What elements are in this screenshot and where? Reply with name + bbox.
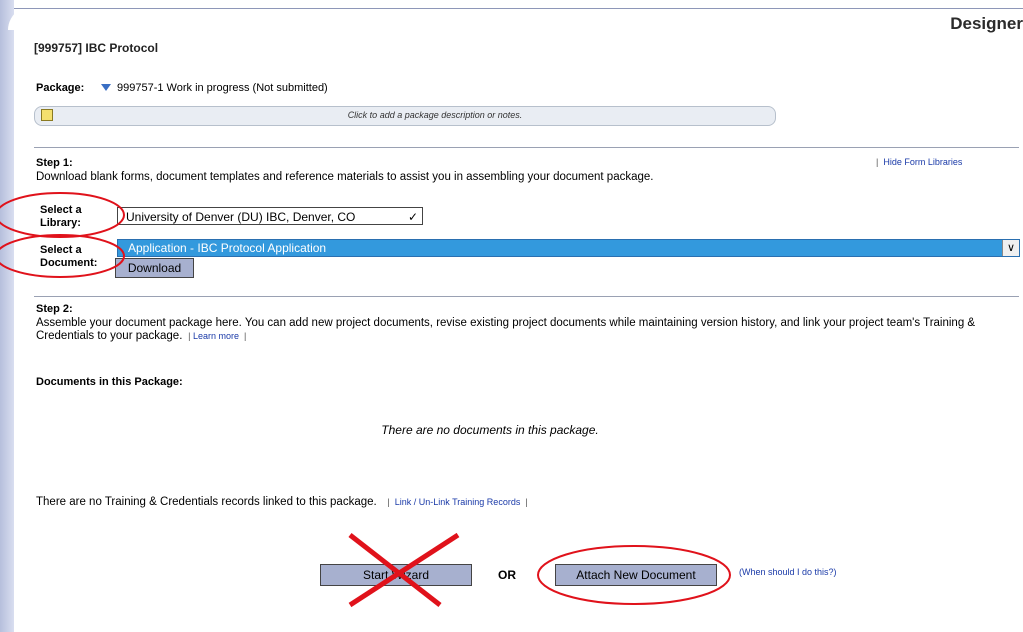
step2-heading: Step 2: <box>36 303 73 315</box>
left-bar-curve <box>8 0 48 30</box>
select-document-label: Select a Document: <box>40 244 98 269</box>
hide-form-libraries-link[interactable]: | Hide Form Libraries <box>876 157 962 167</box>
document-select[interactable]: Application - IBC Protocol Application ∨ <box>117 239 1020 257</box>
section-divider <box>34 296 1019 297</box>
training-status: There are no Training & Credentials reco… <box>36 496 528 508</box>
step2-description: Assemble your document package here. You… <box>36 317 976 342</box>
library-select[interactable]: University of Denver (DU) IBC, Denver, C… <box>117 207 423 225</box>
learn-more-link[interactable]: Learn more <box>193 331 239 341</box>
annotation-overlay <box>0 192 731 608</box>
documents-heading: Documents in this Package: <box>36 376 183 388</box>
page-header-title: Designer <box>950 14 1023 33</box>
attach-new-document-button[interactable]: Attach New Document <box>555 564 717 586</box>
chevron-down-icon[interactable]: ✓ <box>408 208 418 226</box>
section-divider <box>34 147 1019 148</box>
step1-description: Download blank forms, document templates… <box>36 171 654 183</box>
package-note-prompt[interactable]: Click to add a package description or no… <box>260 110 610 120</box>
protocol-title: [999757] IBC Protocol <box>34 41 159 55</box>
no-documents-message: There are no documents in this package. <box>381 423 599 437</box>
chevron-down-icon[interactable]: ∨ <box>1002 240 1019 256</box>
sticky-note-icon[interactable] <box>41 109 53 121</box>
package-dropdown-icon[interactable] <box>101 84 111 91</box>
header-rule <box>14 8 1023 9</box>
or-label: OR <box>498 568 516 582</box>
step1-heading: Step 1: <box>36 157 73 169</box>
select-library-label: Select a Library: <box>40 204 82 229</box>
when-should-i-do-this-link[interactable]: (When should I do this?) <box>739 567 837 577</box>
left-decorative-bar <box>0 0 14 632</box>
download-button[interactable]: Download <box>115 258 194 278</box>
package-label: Package: <box>36 82 85 94</box>
package-value: 999757-1 Work in progress (Not submitted… <box>117 82 328 94</box>
start-wizard-button[interactable]: Start Wizard <box>320 564 472 586</box>
link-training-records-link[interactable]: Link / Un-Link Training Records <box>395 497 521 507</box>
